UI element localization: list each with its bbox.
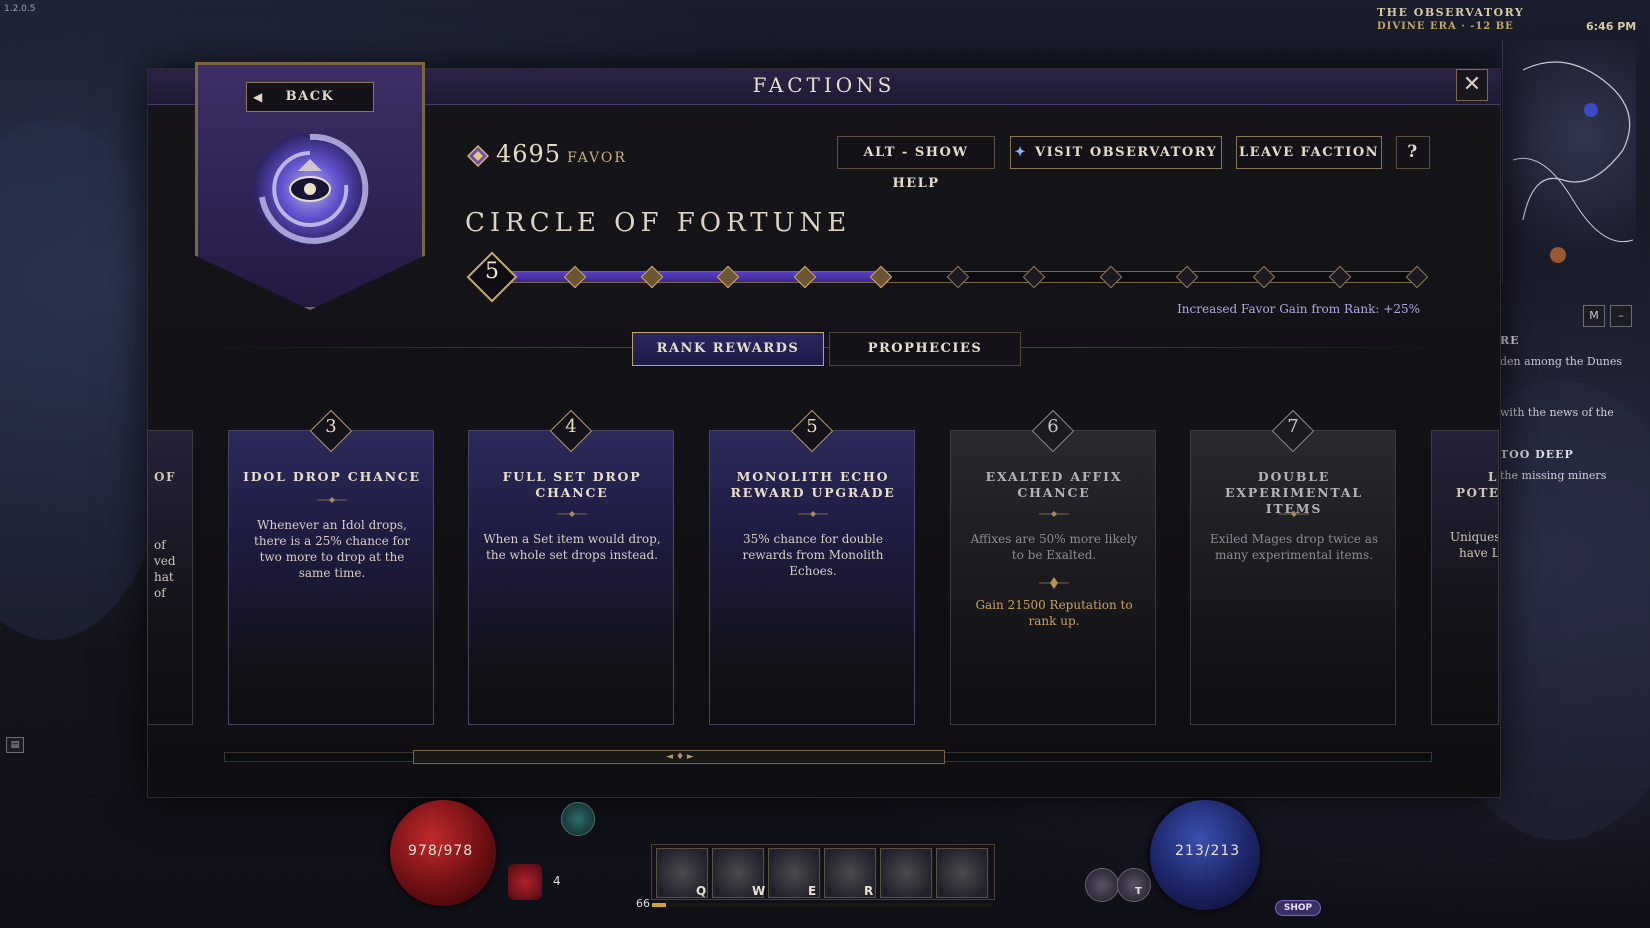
- section-divider: [218, 347, 1433, 348]
- close-icon: ✕: [1462, 72, 1482, 97]
- reward-rank-number: 6: [1047, 416, 1059, 437]
- reward-rank-number: 3: [325, 416, 337, 437]
- help-question-button[interactable]: ?: [1396, 136, 1430, 169]
- favor-label: FAVOR: [567, 150, 627, 166]
- reward-card-description: When a Set item would drop, the whole se…: [483, 532, 661, 562]
- shop-button[interactable]: SHOP: [1275, 900, 1321, 916]
- potion-count: 4: [553, 874, 561, 888]
- rank-progress-fill: [498, 272, 889, 282]
- partial-card-text: hat: [154, 570, 174, 584]
- show-help-button[interactable]: ALT - SHOW HELP: [837, 136, 995, 191]
- favor-display: 4695 FAVOR: [496, 140, 627, 168]
- minimap-terrain: [1512, 61, 1634, 263]
- experience-fill: [652, 903, 666, 907]
- leave-faction-button[interactable]: LEAVE FACTION: [1236, 136, 1382, 169]
- buff-icon[interactable]: [561, 802, 595, 836]
- health-potion-icon[interactable]: [508, 864, 542, 900]
- back-arrow-icon: ◀: [253, 90, 264, 104]
- scroll-slot-icon[interactable]: [1085, 868, 1119, 902]
- mana-value: 213/213: [1175, 843, 1241, 859]
- reward-card-description: Exiled Mages drop twice as many experime…: [1209, 532, 1379, 562]
- quest-objective: the missing miners: [1500, 469, 1607, 482]
- reward-card[interactable]: DOUBLE EXPERIMENTAL ITEMS Exiled Mages dr…: [1190, 430, 1396, 725]
- character-level: 66: [636, 897, 650, 910]
- current-rank-number: 5: [485, 259, 499, 284]
- quest-title[interactable]: TOO DEEP: [1500, 448, 1574, 461]
- reward-card-description: 35% chance for double rewards from Monol…: [742, 532, 884, 578]
- skill-slot-6[interactable]: [936, 848, 988, 898]
- tab-prophecies[interactable]: PROPHECIES: [829, 332, 1021, 366]
- circle-of-fortune-emblem-icon: [254, 133, 369, 245]
- location-title: THE OBSERVATORY: [1377, 6, 1525, 19]
- back-button-label: BACK: [285, 89, 335, 104]
- reward-card-title: DOUBLE EXPERIMENTAL ITEMS: [1225, 469, 1363, 516]
- partial-card-title: POTEI: [1456, 486, 1499, 500]
- location-subtitle: DIVINE ERA · -12 BE: [1377, 21, 1514, 32]
- favor-value: 4695: [496, 140, 562, 168]
- reward-card[interactable]: MONOLITH ECHO REWARD UPGRADE 35% chance f…: [709, 430, 915, 725]
- partial-card-title: OF: [154, 470, 176, 484]
- partial-card-text: ved: [154, 554, 176, 568]
- partial-card-title: LI: [1488, 470, 1498, 484]
- reward-card-partial[interactable]: LI POTEI Uniques have L: [1431, 430, 1499, 725]
- skill-key-label: W: [752, 884, 766, 898]
- reward-card-description: Affixes are 50% more likely to be Exalte…: [970, 532, 1138, 562]
- favor-icon: [467, 145, 489, 167]
- quest-objective: den among the Dunes: [1500, 355, 1623, 368]
- reward-card-title: IDOL DROP CHANCE: [243, 469, 421, 484]
- ornament-divider-icon: [557, 511, 587, 517]
- visit-observatory-label: VISIT OBSERVATORY: [1034, 145, 1218, 160]
- map-toggle-button[interactable]: M: [1583, 305, 1605, 327]
- game-clock: 6:46 PM: [1586, 20, 1637, 33]
- reward-rank-number: 7: [1287, 416, 1299, 437]
- scroll-grip-icon: ◄ ♦ ►: [666, 752, 694, 762]
- partial-card-text: of: [154, 586, 166, 600]
- partial-card-text: have L: [1459, 546, 1499, 560]
- version-label: 1.2.0.5: [4, 4, 36, 14]
- quest-objective: with the news of the: [1500, 406, 1614, 419]
- reward-card[interactable]: IDOL DROP CHANCE Whenever an Idol drops, …: [228, 430, 434, 725]
- visit-observatory-button[interactable]: ✦ VISIT OBSERVATORY: [1010, 136, 1222, 169]
- reward-card[interactable]: FULL SET DROP CHANCE When a Set item woul…: [468, 430, 674, 725]
- minimap-minimize-button[interactable]: –: [1610, 305, 1632, 327]
- back-button[interactable]: ◀ BACK: [246, 82, 374, 112]
- requirement-ornament-icon: [1039, 577, 1069, 589]
- reward-card-title: FULL SET DROP CHANCE: [502, 469, 642, 500]
- ornament-divider-icon: [317, 497, 347, 503]
- reward-rank-number: 5: [806, 416, 818, 437]
- quest-title[interactable]: RE: [1500, 334, 1520, 347]
- experience-bar: [652, 903, 992, 907]
- skill-key-label: Q: [696, 884, 707, 898]
- ornament-divider-icon: [798, 511, 828, 517]
- reward-card[interactable]: EXALTED AFFIX CHANCE Affixes are 50% more…: [950, 430, 1156, 725]
- health-value: 978/978: [408, 843, 474, 859]
- tab-rank-rewards[interactable]: RANK REWARDS: [632, 332, 824, 366]
- reward-card-title: EXALTED AFFIX CHANCE: [985, 469, 1123, 500]
- ornament-divider-icon: [1279, 511, 1309, 517]
- reward-card-partial[interactable]: OF of ved hat of: [147, 430, 193, 725]
- partial-card-text: Uniques: [1450, 530, 1499, 544]
- reward-card-title: MONOLITH ECHO REWARD UPGRADE: [730, 469, 896, 500]
- minimap[interactable]: [1502, 40, 1636, 285]
- traversal-slot-icon[interactable]: [1117, 868, 1151, 902]
- slot-key-label: T: [1135, 886, 1142, 897]
- close-button[interactable]: ✕: [1456, 69, 1488, 101]
- rank-bonus-note: Increased Favor Gain from Rank: +25%: [1177, 302, 1420, 316]
- ornament-divider-icon: [1039, 511, 1069, 517]
- reward-rank-number: 4: [565, 416, 577, 437]
- reward-card-description: Whenever an Idol drops, there is a 25% c…: [254, 518, 410, 580]
- chat-icon[interactable]: ▤: [6, 737, 24, 753]
- partial-card-text: of: [154, 538, 166, 552]
- faction-name: CIRCLE OF FORTUNE: [465, 208, 852, 238]
- compass-icon: ✦: [1014, 145, 1027, 160]
- reward-card-requirement: Gain 21500 Reputation to rank up.: [975, 598, 1133, 628]
- skill-slot-5[interactable]: [880, 848, 932, 898]
- skill-key-label: R: [864, 884, 874, 898]
- skill-key-label: E: [808, 884, 817, 898]
